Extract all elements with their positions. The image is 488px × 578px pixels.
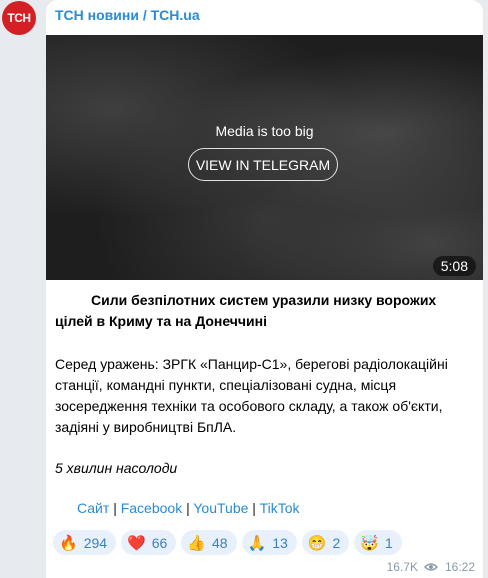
fire-icon: 🔥 [59,534,78,552]
thumbs-up-icon: 👍 [187,534,206,552]
reaction-count: 66 [151,534,168,551]
channel-avatar[interactable]: ТСН [2,1,36,35]
video-duration: 5:08 [432,256,476,276]
reactions-bar: 🔥 294 ❤️ 66 👍 48 🙏 13 😁 2 🤯 1 [53,530,402,555]
avatar-text: ТСН [7,11,31,25]
link-separator: | [186,500,190,516]
grin-icon: 😁 [307,534,327,552]
view-count: 16.7K [386,560,418,574]
facebook-link[interactable]: Facebook [121,500,182,516]
message-meta: 16.7K 16:22 [387,560,475,574]
mind-blown-icon: 🤯 [360,534,380,552]
social-links: Сайт | Facebook | YouTube | TikTok [77,500,300,516]
view-in-telegram-button[interactable]: VIEW IN TELEGRAM [188,148,338,181]
reaction-heart[interactable]: ❤️ 66 [121,530,177,555]
post-tagline: 5 хвилин насолоди [55,460,178,476]
message-time: 16:22 [444,560,475,574]
media-too-big-message: Media is too big [215,123,314,139]
post-body: Серед уражень: ЗРГК «Панцир-С1», берегов… [55,356,448,435]
reaction-fire[interactable]: 🔥 294 [53,530,117,555]
heart-icon: ❤️ [127,534,146,552]
site-link[interactable]: Сайт [77,500,109,516]
reaction-count: 13 [272,534,288,551]
eye-icon [423,563,438,571]
tiktok-link[interactable]: TikTok [260,500,300,516]
reaction-count: 48 [212,534,228,551]
reaction-count: 2 [332,534,341,551]
youtube-link[interactable]: YouTube [193,500,248,516]
reaction-pray[interactable]: 🙏 13 [241,530,297,555]
channel-name[interactable]: ТСН новини / TCH.ua [55,7,200,23]
message-bubble: ТСН новини / TCH.ua Media is too big VIE… [46,0,483,578]
video-preview[interactable]: Media is too big VIEW IN TELEGRAM 5:08 [46,35,483,280]
reaction-grin[interactable]: 😁 2 [301,530,350,555]
pray-icon: 🙏 [247,534,267,552]
link-separator: | [113,500,117,516]
reaction-count: 294 [83,534,108,551]
reaction-mind-blown[interactable]: 🤯 1 [354,530,402,555]
reaction-count: 1 [385,534,393,551]
link-separator: | [252,500,256,516]
post-headline: Сили безпілотних систем уразили низку во… [55,292,437,329]
reaction-thumbs-up[interactable]: 👍 48 [181,530,237,555]
